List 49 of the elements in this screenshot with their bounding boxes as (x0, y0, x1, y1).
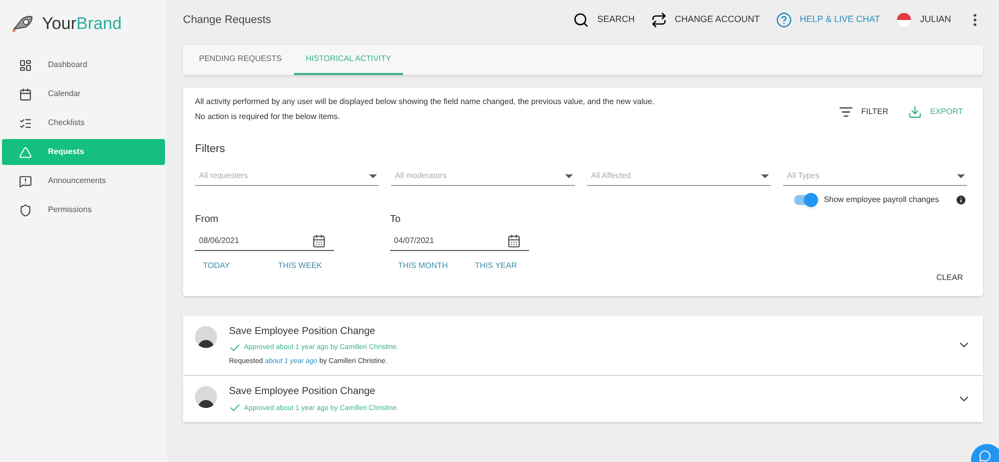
chat-icon (979, 450, 991, 462)
sidebar-item[interactable]: Permissions (2, 197, 165, 223)
search-icon (573, 12, 590, 28)
date-shortcut-link[interactable]: THIS MONTH (390, 260, 456, 272)
info-text: No action is required for the below items. (195, 111, 341, 123)
sidebar-item[interactable]: Checklists (2, 110, 165, 136)
page-title: Change Requests (183, 12, 272, 28)
calendar-icon (312, 234, 326, 248)
calendar-icon (18, 88, 32, 100)
dashboard-icon (18, 58, 32, 72)
toggle-switch[interactable] (794, 194, 816, 204)
calendar-icon (507, 234, 521, 248)
flag-avatar-icon (896, 12, 912, 28)
filter-button[interactable]: FILTER (839, 104, 888, 118)
swap-arrows-icon (650, 12, 667, 28)
check-icon (229, 342, 241, 354)
date-label: To (390, 212, 402, 226)
sidebar-item[interactable]: Dashboard (2, 52, 165, 78)
download-icon (908, 104, 922, 118)
request-title: Save Employee Position Change (229, 385, 376, 399)
avatar-icon (195, 326, 217, 348)
triangle-icon (18, 146, 32, 158)
date-shortcut-link[interactable]: THIS WEEK (270, 260, 330, 272)
sidebar-item[interactable]: Announcements (2, 168, 165, 194)
rocket-logo-icon (12, 15, 34, 33)
sidebar-item[interactable]: Calendar (2, 81, 165, 107)
filter-icon (839, 104, 854, 118)
header-link[interactable]: SEARCH (597, 13, 635, 27)
avatar-icon (195, 386, 217, 408)
header-link[interactable]: JULIAN (920, 13, 951, 27)
brand-name: YourBrand (42, 13, 122, 36)
date-label: From (195, 212, 220, 226)
announce-icon (18, 174, 32, 188)
date-shortcut-link[interactable]: TODAY (195, 260, 238, 272)
request-title: Save Employee Position Change (229, 324, 376, 338)
info-icon (955, 194, 967, 206)
toggle-label: Show employee payroll changes (824, 194, 939, 206)
date-shortcut-link[interactable]: THIS YEAR (466, 260, 525, 272)
clear-button[interactable]: CLEAR (936, 272, 963, 284)
filters-heading: Filters (195, 142, 226, 157)
shield-icon (18, 204, 32, 216)
help-icon (776, 12, 792, 28)
date-field[interactable]: 04/07/2021 (390, 232, 529, 250)
checklist-icon (18, 116, 32, 130)
date-field[interactable]: 08/06/2021 (195, 232, 334, 250)
header-link[interactable]: CHANGE ACCOUNT (674, 13, 760, 27)
check-icon (229, 402, 241, 414)
tab[interactable]: PENDING REQUESTS (187, 45, 294, 75)
info-text: All activity performed by any user will be displayed below showing the field name changed, the previous value, and the new value. (195, 96, 654, 108)
